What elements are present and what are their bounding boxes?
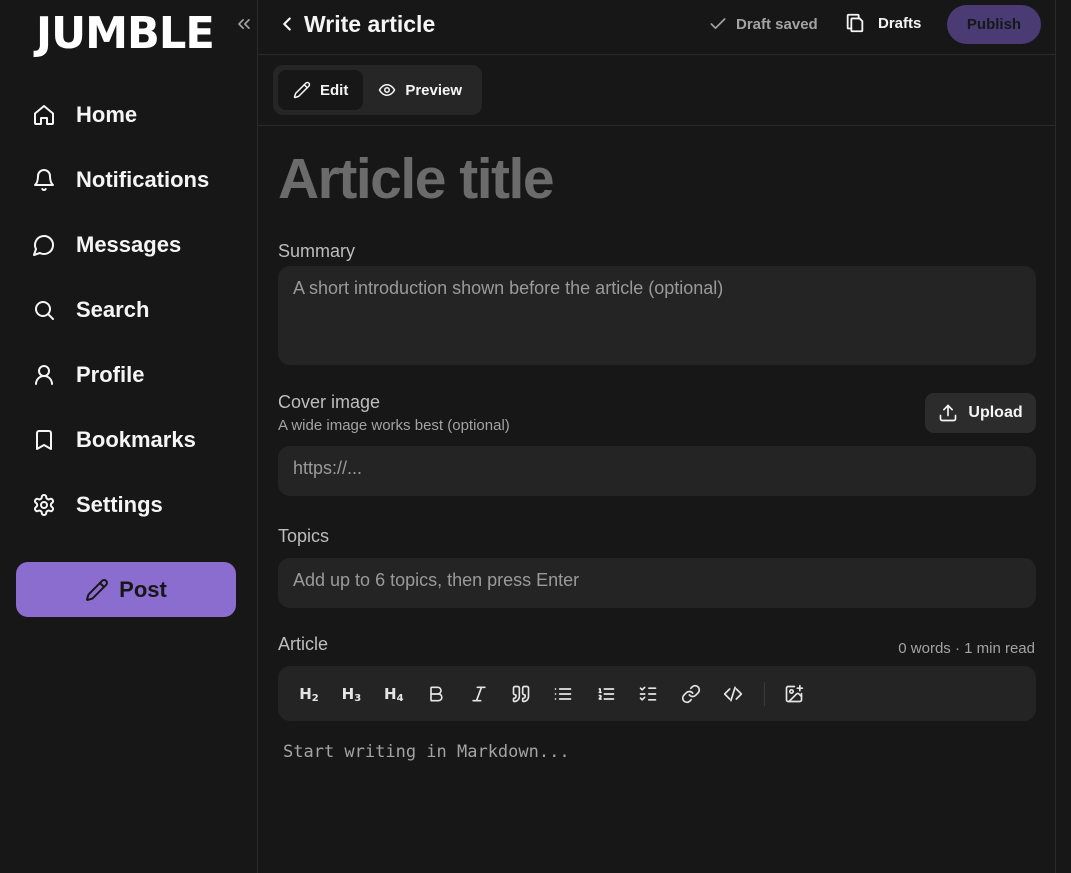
article-editor: Write article Draft saved Drafts Publish [257, 0, 1056, 873]
mode-switch: Edit Preview [273, 65, 482, 115]
sidebar-item-bookmarks[interactable]: Bookmarks [0, 407, 257, 472]
search-icon [32, 298, 56, 322]
markdown-editor[interactable]: Start writing in Markdown... [283, 742, 570, 762]
quote-icon [511, 684, 531, 704]
heading-4-icon: H4 [384, 684, 404, 704]
summary-textarea[interactable]: A short introduction shown before the ar… [278, 266, 1036, 365]
heading-2-level: 2 [311, 692, 319, 704]
italic-icon [469, 684, 489, 704]
drafts-button[interactable]: Drafts [844, 12, 921, 34]
cover-image-label: Cover image [278, 392, 381, 412]
copy-icon [844, 12, 866, 34]
sidebar-item-notifications[interactable]: Notifications [0, 147, 257, 212]
upload-icon [938, 403, 958, 423]
italic-button[interactable] [462, 677, 496, 711]
code-button[interactable] [716, 677, 750, 711]
gear-icon [32, 493, 56, 517]
upload-button[interactable]: Upload [925, 393, 1036, 433]
cover-image-hint: A wide image works best (optional) [278, 417, 510, 434]
article-title-input[interactable]: Article title [278, 146, 1028, 212]
bell-icon [32, 168, 56, 192]
post-button-label: Post [119, 576, 167, 602]
home-icon [32, 103, 56, 127]
draft-status-text: Draft saved [736, 15, 818, 33]
link-button[interactable] [674, 677, 708, 711]
bookmark-icon [32, 428, 56, 452]
sidebar-item-messages[interactable]: Messages [0, 212, 257, 277]
topics-label: Topics [278, 526, 330, 546]
pencil-icon [293, 81, 311, 99]
heading-2-icon: H2 [299, 684, 319, 704]
tab-edit-label: Edit [320, 81, 349, 99]
user-icon [32, 363, 56, 387]
heading-3-level: 3 [354, 692, 362, 704]
collapse-sidebar-icon[interactable] [234, 14, 254, 34]
heading-3-button[interactable]: H3 [334, 677, 368, 711]
article-label: Article [278, 634, 329, 654]
bullet-list-icon [553, 684, 573, 704]
sidebar-item-label: Notifications [76, 166, 210, 192]
heading-3-letter: H [341, 684, 355, 703]
message-icon [32, 233, 56, 257]
bold-icon [426, 684, 446, 704]
draft-status: Draft saved [708, 14, 818, 34]
heading-4-level: 4 [396, 692, 404, 704]
topics-input[interactable]: Add up to 6 topics, then press Enter [278, 558, 1036, 608]
tab-edit[interactable]: Edit [278, 70, 364, 110]
quote-button[interactable] [504, 677, 538, 711]
code-icon [723, 684, 743, 704]
tab-preview-label: Preview [405, 81, 463, 99]
bullet-list-button[interactable] [546, 677, 580, 711]
toolbar-divider [764, 681, 766, 706]
sidebar-item-label: Profile [76, 361, 145, 387]
link-icon [681, 684, 701, 704]
markdown-toolbar: H2 H3 H4 [278, 666, 1036, 721]
summary-label: Summary [278, 241, 356, 261]
task-list-button[interactable] [631, 677, 665, 711]
mode-bar: Edit Preview [258, 55, 1055, 126]
numbered-list-button[interactable] [589, 677, 623, 711]
heading-4-letter: H [384, 684, 397, 703]
check-icon [708, 14, 728, 34]
app-logo[interactable]: JUMBLE [36, 8, 215, 60]
sidebar-item-search[interactable]: Search [0, 277, 257, 342]
top-bar: Write article Draft saved Drafts Publish [258, 0, 1055, 55]
sidebar-item-label: Home [76, 101, 138, 127]
cover-image-url-input[interactable]: https://... [278, 446, 1036, 496]
sidebar-item-label: Bookmarks [76, 426, 196, 452]
sidebar-item-settings[interactable]: Settings [0, 472, 257, 537]
sidebar-nav: Home Notifications Messages Search Profi… [0, 82, 257, 537]
right-gutter [1056, 0, 1071, 873]
numbered-list-icon [596, 684, 616, 704]
image-plus-icon [784, 684, 804, 704]
pencil-icon [85, 578, 109, 602]
heading-3-icon: H3 [341, 684, 362, 704]
back-chevron-icon[interactable] [276, 13, 298, 35]
drafts-button-label: Drafts [878, 14, 922, 32]
heading-2-letter: H [299, 684, 312, 703]
tab-preview[interactable]: Preview [363, 70, 477, 110]
sidebar-item-home[interactable]: Home [0, 82, 257, 147]
sidebar: JUMBLE Home Notifications Messages Searc… [0, 0, 257, 873]
sidebar-item-label: Messages [76, 231, 182, 257]
eye-icon [378, 81, 396, 99]
sidebar-item-profile[interactable]: Profile [0, 342, 257, 407]
insert-image-button[interactable] [777, 677, 811, 711]
heading-4-button[interactable]: H4 [377, 677, 411, 711]
upload-button-label: Upload [968, 404, 1023, 421]
page-title: Write article [304, 11, 436, 37]
sidebar-item-label: Search [76, 296, 150, 322]
post-button[interactable]: Post [16, 562, 236, 617]
bold-button[interactable] [419, 677, 453, 711]
heading-2-button[interactable]: H2 [292, 677, 326, 711]
task-list-icon [638, 684, 658, 704]
publish-button[interactable]: Publish [947, 5, 1041, 44]
word-count: 0 words · 1 min read [898, 640, 1035, 657]
sidebar-item-label: Settings [76, 491, 163, 517]
